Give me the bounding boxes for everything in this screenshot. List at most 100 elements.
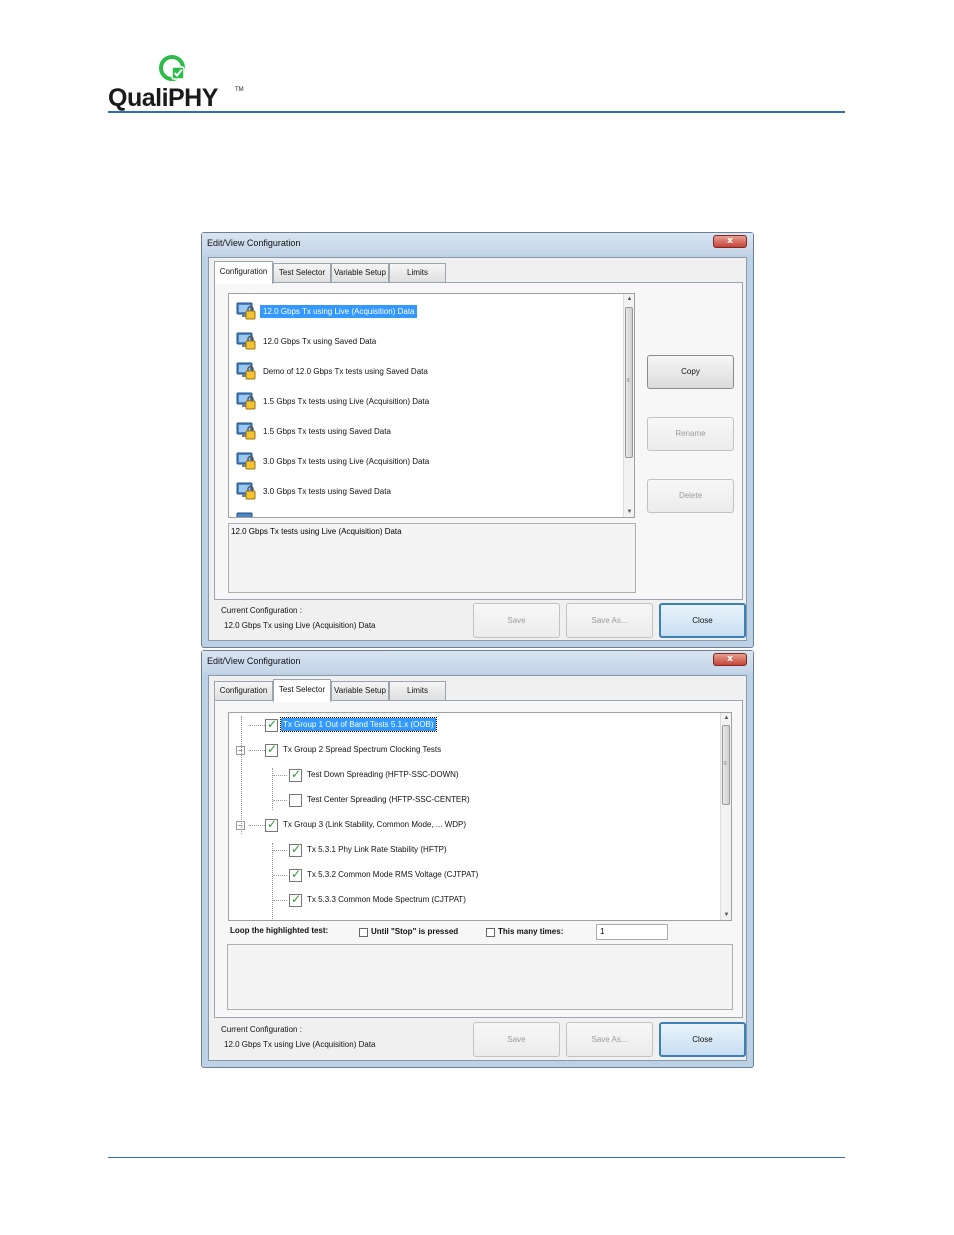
scroll-up-icon[interactable]: ▲ bbox=[624, 294, 634, 304]
tree-scrollbar[interactable]: ▲ ≡ ▼ bbox=[720, 713, 731, 920]
description-box bbox=[227, 944, 733, 1010]
test-tree-label[interactable]: Tx Group 2 Spread Spectrum Clocking Test… bbox=[281, 743, 443, 756]
monitor-lock-icon bbox=[236, 422, 256, 440]
configuration-list[interactable]: 12.0 Gbps Tx using Live (Acquisition) Da… bbox=[228, 293, 635, 518]
test-tree-label[interactable]: Tx 5.3.2 Common Mode RMS Voltage (CJTPAT… bbox=[305, 868, 480, 881]
test-selector-panel: ✓ Tx Group 1 Out of Band Tests 5.1.x (OOB… bbox=[214, 700, 743, 1018]
current-config-value: 12.0 Gbps Tx using Live (Acquisition) Da… bbox=[224, 1040, 376, 1049]
test-checkbox[interactable]: ✓ bbox=[265, 717, 278, 732]
tree-connector bbox=[273, 875, 287, 876]
tree-connector bbox=[273, 775, 287, 776]
delete-button[interactable]: Delete bbox=[647, 479, 734, 513]
test-selector-dialog: Edit/View Configuration x Configuration … bbox=[201, 650, 754, 1068]
many-times-label: This many times: bbox=[498, 927, 564, 936]
loop-count-input[interactable]: 1 bbox=[596, 924, 668, 940]
test-checkbox[interactable]: ✓ bbox=[265, 742, 278, 757]
tab-variable-setup[interactable]: Variable Setup bbox=[331, 263, 389, 283]
qualiphy-logo: QualiPHY TM bbox=[108, 54, 248, 112]
window-close-button[interactable]: x bbox=[713, 653, 747, 666]
test-tree-label[interactable]: Test Center Spreading (HFTP-SSC-CENTER) bbox=[305, 793, 472, 806]
config-dialog: Edit/View Configuration x Configuration … bbox=[201, 232, 754, 648]
scroll-down-icon[interactable]: ▼ bbox=[624, 507, 634, 517]
monitor-lock-icon bbox=[236, 452, 256, 470]
monitor-lock-icon bbox=[236, 302, 256, 320]
window-close-button[interactable]: x bbox=[713, 235, 747, 248]
tree-connector bbox=[273, 800, 287, 801]
logo-mark-icon bbox=[159, 55, 185, 81]
logo-wordmark: QualiPHY bbox=[108, 84, 218, 112]
title-bar[interactable]: Edit/View Configuration x bbox=[202, 651, 753, 673]
save-as-button[interactable]: Save As... bbox=[566, 1022, 653, 1057]
configuration-item-label: 12.0 Gbps Tx using Live (Acquisition) Da… bbox=[260, 305, 418, 318]
test-tree-label[interactable]: Tx Group 1 Out of Band Tests 5.1.x (OOB) bbox=[280, 717, 437, 732]
test-tree[interactable]: ✓ Tx Group 1 Out of Band Tests 5.1.x (OOB… bbox=[228, 712, 732, 921]
test-checkbox[interactable]: ✓ bbox=[265, 817, 278, 832]
list-scrollbar[interactable]: ▲ ≡ ▼ bbox=[623, 294, 634, 517]
save-as-button[interactable]: Save As... bbox=[566, 603, 653, 638]
test-tree-label[interactable]: Test Down Spreading (HFTP-SSC-DOWN) bbox=[305, 768, 461, 781]
tree-connector bbox=[241, 716, 242, 834]
tree-connector bbox=[272, 768, 273, 810]
check-icon: ✓ bbox=[291, 892, 302, 906]
test-tree-label[interactable]: Tx 5.3.3 Common Mode Spectrum (CJTPAT) bbox=[305, 893, 468, 906]
current-config-label: Current Configuration : bbox=[221, 1025, 302, 1034]
monitor-lock-icon bbox=[236, 512, 253, 517]
tree-connector bbox=[272, 843, 273, 920]
test-checkbox[interactable]: ✓ bbox=[289, 767, 302, 782]
check-icon: ✓ bbox=[291, 767, 302, 781]
scroll-grip-icon: ≡ bbox=[723, 761, 727, 767]
close-button[interactable]: Close bbox=[659, 603, 746, 638]
configuration-item-label: 3.0 Gbps Tx tests using Live (Acquisitio… bbox=[263, 457, 430, 466]
save-button[interactable]: Save bbox=[473, 1022, 560, 1057]
tab-test-selector[interactable]: Test Selector bbox=[273, 263, 331, 283]
close-button[interactable]: Close bbox=[659, 1022, 746, 1057]
tab-limits[interactable]: Limits bbox=[389, 263, 446, 283]
until-stop-label: Until "Stop" is pressed bbox=[371, 927, 459, 936]
configuration-item-partial bbox=[235, 510, 257, 517]
configuration-item-label: 3.0 Gbps Tx tests using Saved Data bbox=[263, 487, 391, 496]
tab-configuration[interactable]: Configuration bbox=[214, 681, 273, 701]
check-icon: ✓ bbox=[267, 817, 278, 831]
tree-connector bbox=[249, 825, 265, 826]
footer-rule bbox=[108, 1157, 845, 1158]
tab-configuration[interactable]: Configuration bbox=[214, 261, 273, 284]
title-bar[interactable]: Edit/View Configuration x bbox=[202, 233, 753, 255]
test-checkbox[interactable] bbox=[289, 794, 302, 807]
scroll-down-icon[interactable]: ▼ bbox=[721, 910, 731, 920]
scroll-grip-icon: ≡ bbox=[626, 378, 630, 384]
tab-variable-setup[interactable]: Variable Setup bbox=[331, 681, 389, 701]
check-icon: ✓ bbox=[291, 867, 302, 881]
check-icon: ✓ bbox=[267, 717, 278, 731]
header-rule bbox=[108, 111, 845, 113]
loop-label: Loop the highlighted test: bbox=[230, 926, 329, 935]
many-times-checkbox[interactable] bbox=[486, 928, 495, 937]
tree-connector bbox=[249, 750, 265, 751]
rename-button[interactable]: Rename bbox=[647, 417, 734, 451]
configuration-panel: 12.0 Gbps Tx using Live (Acquisition) Da… bbox=[214, 282, 743, 600]
test-tree-label[interactable]: Tx 5.3.1 Phy Link Rate Stability (HFTP) bbox=[305, 843, 449, 856]
configuration-item-label: Demo of 12.0 Gbps Tx tests using Saved D… bbox=[263, 367, 428, 376]
test-checkbox[interactable]: ✓ bbox=[289, 892, 302, 907]
check-icon: ✓ bbox=[267, 742, 278, 756]
until-stop-checkbox[interactable] bbox=[359, 928, 368, 937]
current-config-label: Current Configuration : bbox=[221, 606, 302, 615]
tab-limits[interactable]: Limits bbox=[389, 681, 446, 701]
tree-connector bbox=[273, 900, 287, 901]
configuration-item-label: 1.5 Gbps Tx tests using Saved Data bbox=[263, 427, 391, 436]
configuration-item-label: 12.0 Gbps Tx using Saved Data bbox=[263, 337, 377, 346]
save-button[interactable]: Save bbox=[473, 603, 560, 638]
monitor-lock-icon bbox=[236, 362, 256, 380]
test-checkbox[interactable]: ✓ bbox=[289, 867, 302, 882]
monitor-lock-icon bbox=[236, 392, 256, 410]
test-tree-label[interactable]: Tx Group 3 (Link Stability, Common Mode,… bbox=[281, 818, 468, 831]
dialog-title: Edit/View Configuration bbox=[207, 656, 301, 666]
test-checkbox[interactable]: ✓ bbox=[289, 842, 302, 857]
scroll-up-icon[interactable]: ▲ bbox=[721, 713, 731, 723]
dialog-client: Configuration Test Selector Variable Set… bbox=[208, 675, 747, 1061]
current-config-value: 12.0 Gbps Tx using Live (Acquisition) Da… bbox=[224, 621, 376, 630]
logo-trademark: TM bbox=[235, 87, 244, 93]
tab-test-selector[interactable]: Test Selector bbox=[273, 679, 331, 702]
tree-connector bbox=[249, 725, 265, 726]
copy-button[interactable]: Copy bbox=[647, 355, 734, 389]
tree-connector bbox=[273, 850, 287, 851]
